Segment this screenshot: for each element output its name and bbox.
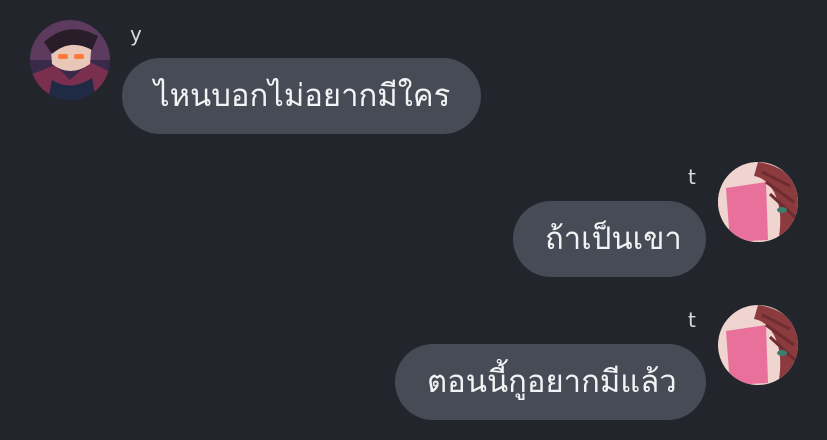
avatar-t-image bbox=[718, 162, 798, 242]
sender-name-t: t bbox=[688, 165, 696, 189]
message-bubble[interactable]: ตอนนี้กูอยากมีแล้ว bbox=[395, 344, 706, 420]
avatar-t-image bbox=[718, 305, 798, 385]
message-bubble[interactable]: ไหนบอกไม่อยากมีใคร bbox=[122, 58, 481, 134]
avatar-y[interactable] bbox=[30, 20, 110, 100]
sender-name-y: y bbox=[130, 22, 142, 46]
avatar-y-image bbox=[30, 20, 110, 100]
sender-name-t: t bbox=[688, 308, 696, 332]
avatar-t[interactable] bbox=[718, 305, 798, 385]
message-bubble[interactable]: ถ้าเป็นเขา bbox=[513, 201, 706, 277]
avatar-t[interactable] bbox=[718, 162, 798, 242]
